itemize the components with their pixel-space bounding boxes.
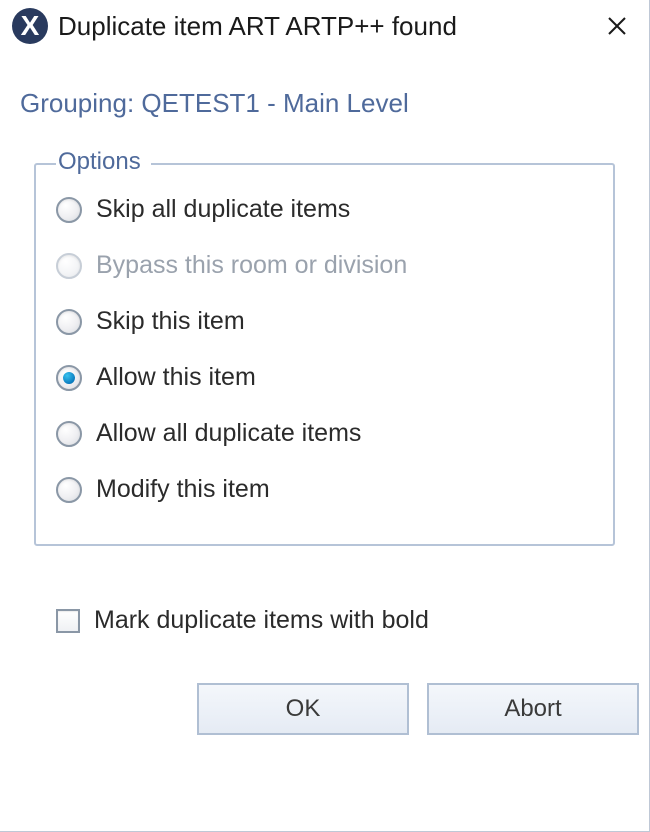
button-bar: OK Abort [0,635,649,735]
radio-label: Skip this item [96,307,245,336]
radio-bypass-this-room-or-division: Bypass this room or division [56,251,593,280]
dialog-title: Duplicate item ART ARTP++ found [58,11,599,42]
radio-modify-this-item[interactable]: Modify this item [56,475,593,504]
radio-allow-this-item[interactable]: Allow this item [56,363,593,392]
radio-label: Allow all duplicate items [96,419,361,448]
radio-label: Skip all duplicate items [96,195,350,224]
radio-label: Allow this item [96,363,256,392]
radio-icon [56,309,82,335]
mark-bold-checkbox[interactable]: Mark duplicate items with bold [56,606,649,635]
radio-skip-all-duplicate-items[interactable]: Skip all duplicate items [56,195,593,224]
radio-icon [56,365,82,391]
radio-icon [56,477,82,503]
title-bar: X Duplicate item ART ARTP++ found [0,0,649,52]
radio-icon [56,253,82,279]
close-icon [608,17,626,35]
grouping-label: Grouping: QETEST1 - Main Level [20,88,649,119]
checkbox-icon [56,609,80,633]
abort-button[interactable]: Abort [427,683,639,735]
checkbox-label: Mark duplicate items with bold [94,606,429,635]
radio-icon [56,421,82,447]
options-group: Options Skip all duplicate itemsBypass t… [34,163,615,546]
radio-skip-this-item[interactable]: Skip this item [56,307,593,336]
radio-allow-all-duplicate-items[interactable]: Allow all duplicate items [56,419,593,448]
app-icon: X [12,8,48,44]
radio-label: Modify this item [96,475,270,504]
options-legend: Options [56,148,151,176]
radio-label: Bypass this room or division [96,251,407,280]
ok-button[interactable]: OK [197,683,409,735]
radio-icon [56,197,82,223]
close-button[interactable] [599,8,635,44]
